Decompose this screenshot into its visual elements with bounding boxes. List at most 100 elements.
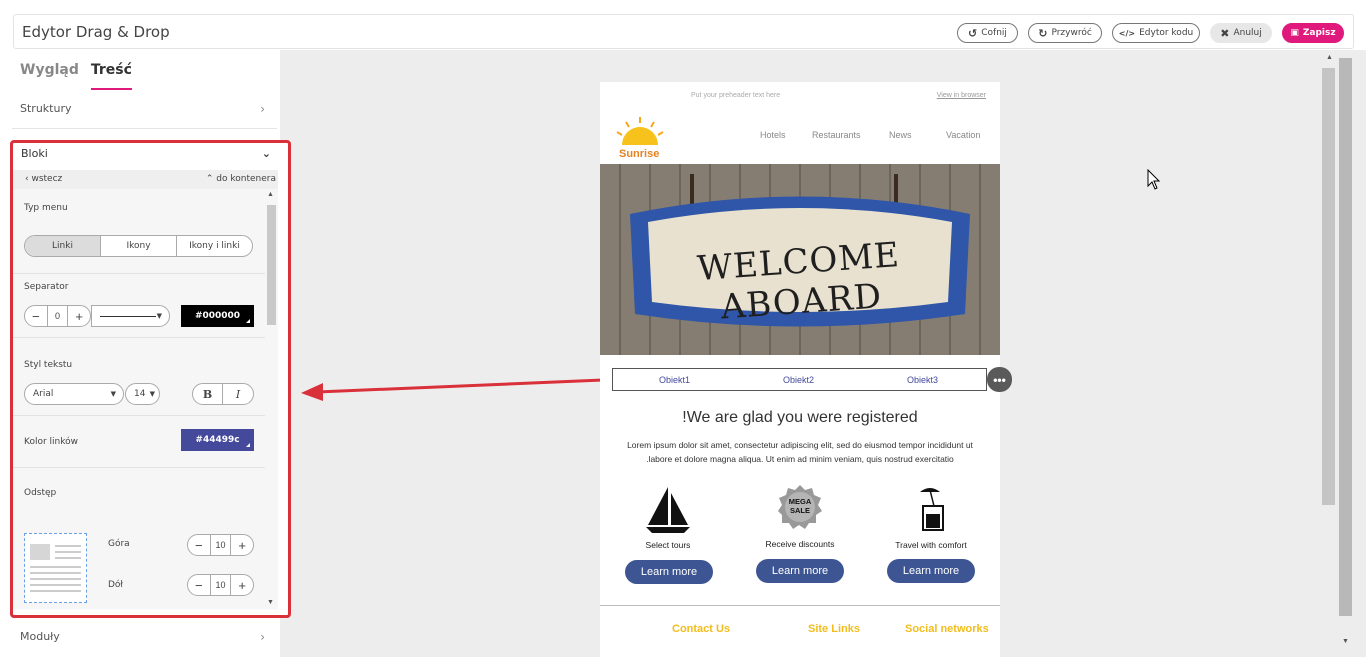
minus-icon[interactable]: − [188,575,210,595]
font-size-select[interactable]: 14 ▼ [125,383,160,405]
italic-button[interactable]: I [223,384,253,404]
footer-social-networks[interactable]: Social networks [905,623,989,635]
text-line [55,551,81,553]
sunrise-logo-icon [616,117,664,145]
scroll-thumb[interactable] [267,205,276,325]
scroll-down-icon[interactable]: ▼ [1342,638,1349,645]
modules-accordion[interactable]: Moduły › [20,630,265,644]
feature-label-3[interactable]: Travel with comfort [871,540,991,550]
separator-style-select[interactable]: ▼ [91,305,170,327]
tab-tresc[interactable]: Treść [90,62,132,90]
divider [13,467,265,468]
blocks-accordion[interactable]: Bloki ⌄ [21,147,271,160]
body-line-2: .labore et dolore magna aliqua. Ut enim … [646,454,954,464]
spacing-bottom-value[interactable]: 10 [209,575,232,595]
learn-more-button-3[interactable]: Learn more [887,559,975,583]
more-options-icon[interactable]: ••• [987,367,1012,392]
divider [13,337,265,338]
email-menu-restaurants[interactable]: Restaurants [812,130,861,140]
spacing-preview [24,533,87,603]
footer-contact-us[interactable]: Contact Us [672,623,730,635]
text-line [30,584,81,586]
scroll-up-icon[interactable]: ▲ [1326,54,1333,61]
cancel-button[interactable]: ✖ Anuluj [1210,23,1272,43]
learn-more-button-1[interactable]: Learn more [625,560,713,584]
link-color-picker[interactable]: #44499c [181,429,254,451]
menu-type-icons-links[interactable]: Ikony i linki [177,236,252,256]
to-container-link[interactable]: ⌃ do kontenera [206,174,276,184]
back-link[interactable]: ‹ wstecz [25,174,62,184]
text-line [55,557,81,559]
scroll-thumb-inner[interactable] [1339,58,1352,616]
spacing-bottom-stepper: − 10 + [187,574,254,596]
redo-button[interactable]: ↻ Przywróć [1028,23,1102,43]
to-container-label: do kontenera [216,174,276,184]
email-menu-news[interactable]: News [889,130,912,140]
tab-wyglad[interactable]: Wygląd [20,62,79,90]
code-editor-button[interactable]: </> Edytor kodu [1112,23,1200,43]
structures-accordion[interactable]: Struktury › [20,102,265,116]
sidebar-tabs: Wygląd Treść [20,62,132,90]
structures-label: Struktury [20,102,72,115]
object-link-3[interactable]: Obiekt3 [907,375,938,385]
sidebar: Wygląd Treść Struktury › Bloki ⌄ ‹ wstec… [0,50,291,657]
learn-more-button-2[interactable]: Learn more [756,559,844,583]
save-button[interactable]: ▣ Zapisz [1282,23,1344,43]
plus-icon[interactable]: + [231,535,253,555]
footer-site-links[interactable]: Site Links [808,623,860,635]
caret-down-icon: ▼ [149,390,155,398]
object-link-2[interactable]: Obiekt2 [783,375,814,385]
text-line [30,578,81,580]
top-toolbar: Edytor Drag & Drop ↺ Cofnij ↻ Przywróć <… [13,14,1354,49]
menu-type-links[interactable]: Linki [25,236,101,256]
redo-label: Przywróć [1051,28,1092,38]
cocktail-icon [920,488,944,531]
font-family-select[interactable]: Arial ▼ [24,383,124,405]
spacing-top-label: Góra [108,539,130,549]
blocks-panel: Bloki ⌄ ‹ wstecz ⌃ do kontenera Typ menu… [10,140,291,618]
chevron-right-icon: › [260,630,265,644]
feature-label-2[interactable]: Receive discounts [740,539,860,549]
spacing-top-value[interactable]: 10 [209,535,232,555]
email-menu-vacation[interactable]: Vacation [946,130,980,140]
hero-image[interactable]: WELCOME ABOARD [600,164,1000,355]
view-in-browser-link[interactable]: View in browser [937,92,986,99]
logo-text: Sunrise [619,148,660,160]
block-settings-scrollbar[interactable]: ▲ ▼ [265,189,278,609]
preheader-text[interactable]: Put your preheader text here [691,92,780,99]
text-style-label: Styl tekstu [24,360,73,370]
minus-icon[interactable]: − [25,306,47,326]
caret-down-icon: ▼ [156,312,162,320]
sailboat-icon [646,487,690,533]
scroll-thumb-outer[interactable] [1322,68,1335,505]
email-menu-hotels[interactable]: Hotels [760,130,786,140]
email-preview: Put your preheader text here View in bro… [600,82,1000,657]
redo-icon: ↻ [1038,26,1048,40]
image-placeholder-icon [30,544,50,560]
solid-line-icon [100,315,156,317]
separator-width-value[interactable]: 0 [46,306,69,326]
plus-icon[interactable]: + [231,575,253,595]
minus-icon[interactable]: − [188,535,210,555]
spacing-label: Odstęp [24,488,57,498]
email-body-text[interactable]: Lorem ipsum dolor sit amet, consectetur … [608,438,992,466]
block-settings: Typ menu Linki Ikony Ikony i linki Separ… [13,189,265,609]
scroll-up-icon[interactable]: ▲ [267,191,274,198]
close-icon: ✖ [1220,26,1230,40]
undo-button[interactable]: ↺ Cofnij [957,23,1018,43]
object-menu-block[interactable]: Obiekt1 Obiekt2 Obiekt3 [612,368,987,391]
plus-icon[interactable]: + [68,306,90,326]
menu-type-icons[interactable]: Ikony [101,236,177,256]
blocks-label: Bloki [21,147,48,160]
mouse-cursor-icon [1147,169,1161,190]
canvas-scrollbar[interactable]: ▲ ▼ [1320,50,1366,657]
separator-label: Separator [24,282,69,292]
text-format-toggle: B I [192,383,254,405]
separator-color-picker[interactable]: #000000 [181,305,254,327]
bold-button[interactable]: B [193,384,224,404]
scroll-down-icon[interactable]: ▼ [267,599,274,606]
feature-label-1[interactable]: Select tours [608,540,728,550]
object-link-1[interactable]: Obiekt1 [659,375,690,385]
annotation-arrow-icon [301,378,604,401]
email-headline[interactable]: !We are glad you were registered [600,409,1000,427]
